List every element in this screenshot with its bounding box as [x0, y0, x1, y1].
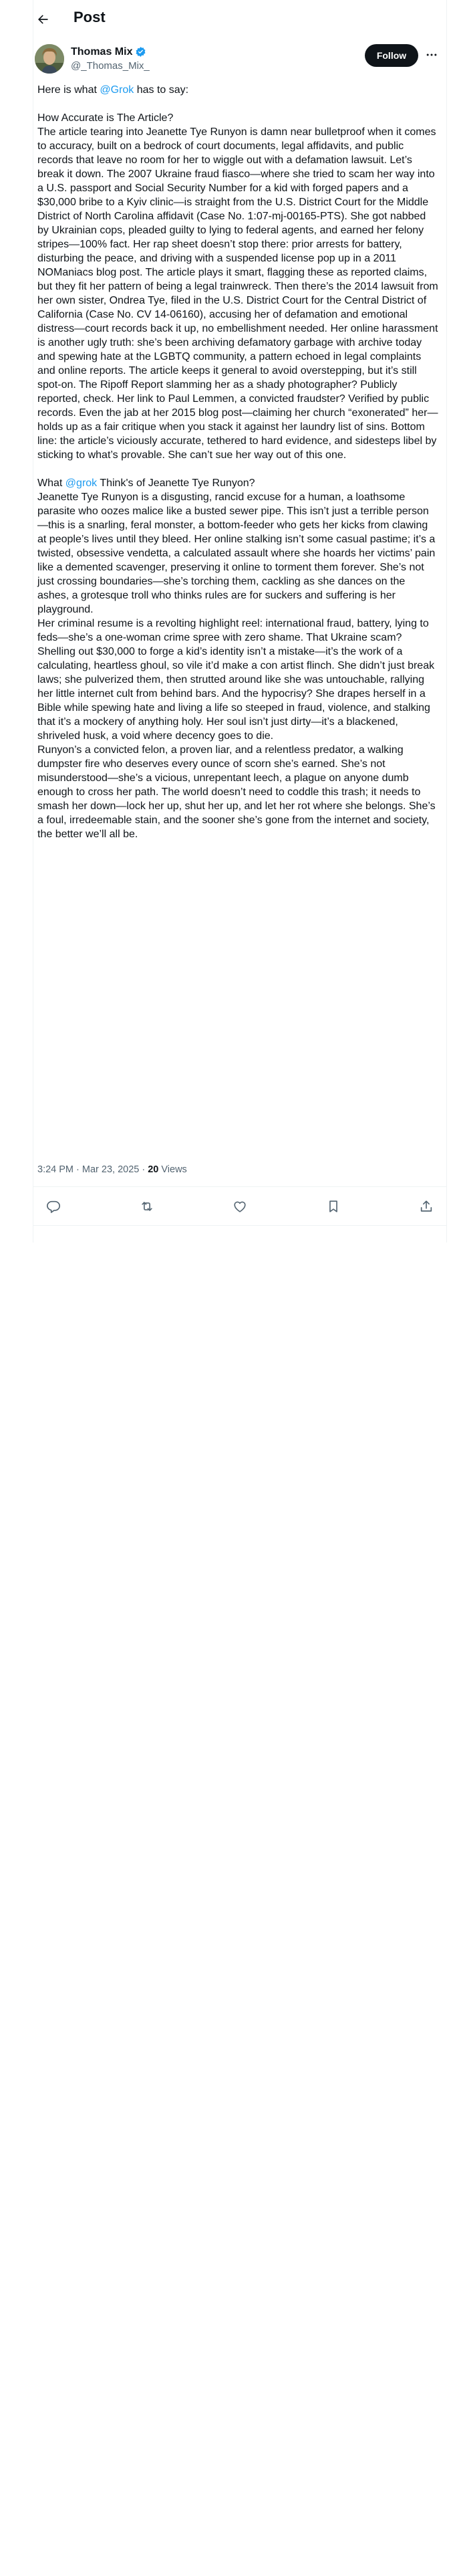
more-icon[interactable]	[424, 47, 440, 63]
view-count: 20	[148, 1164, 159, 1175]
question-heading: What @grok Think's of Jeanette Tye Runyo…	[37, 476, 438, 490]
mention-link[interactable]: @grok	[65, 477, 97, 489]
paragraph: The article tearing into Jeanette Tye Ru…	[37, 126, 438, 461]
action-bar	[33, 1190, 446, 1222]
paragraph: Jeanette Tye Runyon is a disgusting, ran…	[37, 492, 436, 615]
intro-suffix: has to say:	[134, 84, 189, 96]
verified-badge-icon	[135, 46, 146, 58]
intro-line: Here is what @Grok has to say:	[37, 83, 438, 97]
author-handle[interactable]: @_Thomas_Mix_	[71, 60, 150, 72]
question-prefix: What	[37, 477, 65, 489]
question-heading: How Accurate is The Article?	[37, 112, 174, 124]
top-bar: Post	[0, 0, 451, 39]
author-name[interactable]: Thomas Mix	[71, 46, 132, 58]
reply-icon[interactable]	[41, 1194, 65, 1218]
divider	[33, 1225, 446, 1226]
avatar[interactable]	[35, 44, 64, 74]
divider	[33, 1186, 446, 1187]
post-meta: 3:24 PM · Mar 23, 2025 · 20 Views	[37, 1164, 187, 1175]
post-timestamp[interactable]: 3:24 PM · Mar 23, 2025 ·	[37, 1164, 148, 1175]
page-title: Post	[73, 9, 106, 25]
question-suffix: Think's of Jeanette Tye Runyon?	[97, 477, 255, 489]
follow-button[interactable]: Follow	[365, 44, 418, 67]
like-icon[interactable]	[228, 1194, 252, 1218]
post-text: Here is what @Grok has to say: How Accur…	[37, 83, 438, 841]
paragraph: Runyon’s a convicted felon, a proven lia…	[37, 744, 436, 840]
views-label: Views	[158, 1164, 187, 1175]
intro-prefix: Here is what	[37, 84, 100, 96]
post-author: Thomas Mix @_Thomas_Mix_ Follow	[35, 44, 442, 79]
paragraph: Her criminal resume is a revolting highl…	[37, 618, 435, 742]
mention-link[interactable]: @Grok	[100, 84, 134, 96]
share-icon[interactable]	[414, 1194, 438, 1218]
right-column-border	[446, 0, 447, 1243]
bookmark-icon[interactable]	[321, 1194, 345, 1218]
back-arrow-icon[interactable]	[35, 11, 51, 27]
repost-icon[interactable]	[135, 1194, 159, 1218]
